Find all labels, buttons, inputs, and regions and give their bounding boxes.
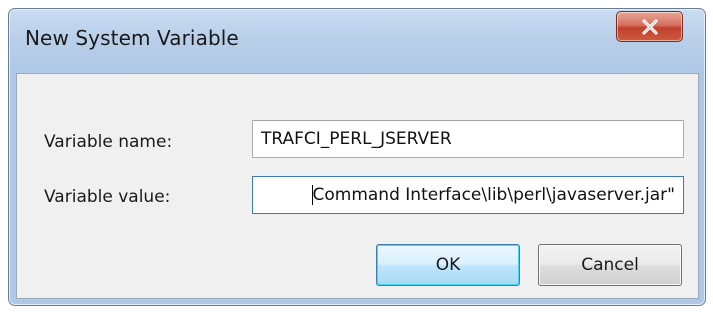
cancel-button[interactable]: Cancel bbox=[538, 244, 682, 286]
close-x-icon bbox=[642, 19, 658, 35]
dialog-body: Variable name: TRAFCI_PERL_JSERVER Varia… bbox=[16, 73, 699, 299]
variable-value-input[interactable]: Command Interface\lib\perl\javaserver.ja… bbox=[252, 176, 684, 214]
title-bar[interactable]: New System Variable bbox=[9, 9, 705, 73]
dialog-title: New System Variable bbox=[25, 26, 239, 50]
new-system-variable-dialog: New System Variable Variable name: TRAFC… bbox=[8, 8, 706, 306]
ok-button[interactable]: OK bbox=[376, 244, 520, 286]
variable-value-label: Variable value: bbox=[44, 187, 171, 207]
close-button[interactable] bbox=[616, 11, 683, 42]
variable-name-input[interactable]: TRAFCI_PERL_JSERVER bbox=[252, 120, 684, 158]
variable-name-label: Variable name: bbox=[44, 132, 173, 152]
variable-value-text: Command Interface\lib\perl\javaserver.ja… bbox=[312, 185, 676, 205]
